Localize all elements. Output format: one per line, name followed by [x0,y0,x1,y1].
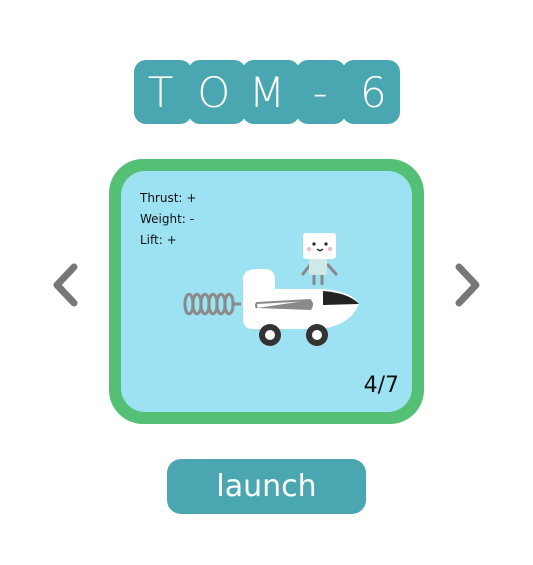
launch-button[interactable]: launch [167,459,366,514]
stat-label: Lift: [140,233,163,247]
chevron-left-icon [53,263,78,307]
vehicle-title: T O M - 6 [134,60,400,124]
vehicle-card-panel: Thrust: + Weight: - Lift: + 4/7 [121,171,412,412]
title-letter: 6 [359,67,387,117]
rocket-car-illustration [183,233,359,346]
vehicle-card: Thrust: + Weight: - Lift: + 4/7 [109,159,424,424]
stat-value: + [186,191,197,205]
stat-label: Weight: [140,212,186,226]
stat-weight: Weight: - [140,209,196,230]
stat-label: Thrust: [140,191,183,205]
prev-vehicle-button[interactable] [48,262,84,308]
chevron-right-icon [455,263,480,307]
stat-thrust: Thrust: + [140,188,196,209]
game-screen: T O M - 6 Thrust: + Weight: - Lift: + 4/… [0,0,533,565]
vehicle-counter: 4/7 [363,373,399,398]
robot-pilot-icon [301,233,338,285]
stat-value: - [189,212,195,226]
title-letter: O [197,67,231,117]
next-vehicle-button[interactable] [449,262,485,308]
title-letter: T [147,67,174,117]
title-letter: M [248,67,286,117]
vehicle-body [243,269,359,329]
title-letter: - [312,67,328,117]
spring-icon [183,292,241,316]
